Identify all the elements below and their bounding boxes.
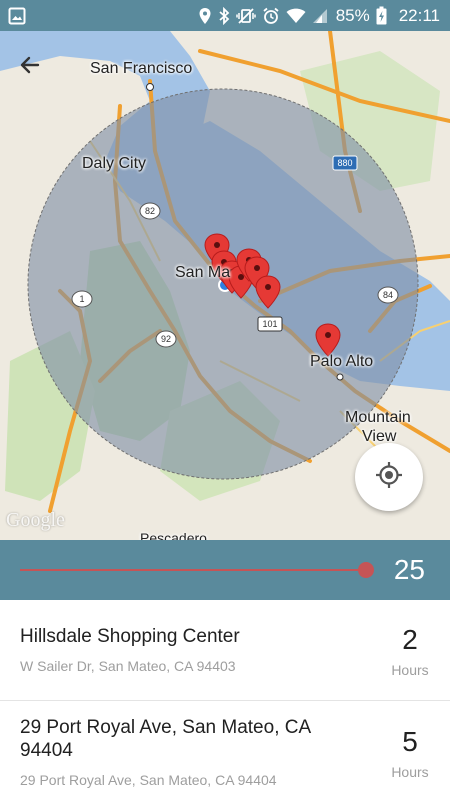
signal-icon — [312, 7, 328, 25]
list-item-unit: Hours — [391, 764, 429, 780]
my-location-button[interactable] — [355, 443, 423, 511]
svg-text:880: 880 — [337, 158, 352, 168]
bluetooth-icon — [218, 6, 230, 25]
arrow-back-icon — [18, 53, 42, 82]
highway-shield-82: 82 — [139, 202, 161, 220]
highway-shield-84: 84 — [377, 286, 399, 304]
highway-shield-92: 92 — [155, 330, 177, 348]
list-item[interactable]: 29 Port Royal Ave, San Mateo, CA 94404 2… — [0, 701, 450, 800]
battery-charging-icon — [376, 6, 387, 25]
location-list: Hillsdale Shopping Center W Sailer Dr, S… — [0, 600, 450, 800]
status-bar: 85% 22:11 — [0, 0, 450, 31]
highway-shield-101: 101 — [257, 316, 283, 332]
alarm-icon — [262, 7, 280, 25]
map-label-san-francisco: San Francisco — [90, 60, 193, 77]
list-item-count: 2 — [402, 624, 418, 655]
list-item-address: W Sailer Dr, San Mateo, CA 94403 — [20, 658, 236, 674]
wifi-icon — [286, 7, 306, 25]
map-label-palo-alto: Palo Alto — [310, 353, 374, 370]
battery-percent: 85% — [335, 5, 370, 25]
list-item-count: 5 — [402, 726, 418, 757]
location-icon — [198, 7, 212, 25]
map-label-daly-city: Daly City — [82, 155, 147, 172]
svg-text:92: 92 — [161, 334, 171, 344]
svg-text:84: 84 — [383, 290, 393, 300]
map-label-mountain-view-line1: Mountain — [345, 409, 411, 426]
radius-slider-bar: 25 — [0, 540, 450, 600]
highway-shield-1: 1 — [71, 290, 93, 308]
slider-track[interactable] — [20, 569, 366, 571]
list-item-address: 29 Port Royal Ave, San Mateo, CA 94404 — [20, 772, 277, 788]
back-button[interactable] — [14, 51, 46, 83]
svg-text:82: 82 — [145, 206, 155, 216]
highway-shield-880: 880 — [332, 155, 358, 171]
map-label-san-mateo: San Ma — [175, 264, 231, 281]
list-item-title: 29 Port Royal Ave, San Mateo, CA 94404 — [20, 717, 311, 761]
vibrate-icon — [235, 7, 256, 25]
map-view[interactable]: 880 82 1 84 92 101 San Francisco Daly Ci… — [0, 31, 450, 540]
list-item-unit: Hours — [391, 662, 429, 678]
list-item[interactable]: Hillsdale Shopping Center W Sailer Dr, S… — [0, 600, 450, 701]
slider-value: 25 — [393, 554, 425, 585]
slider-thumb[interactable] — [358, 562, 374, 578]
svg-text:101: 101 — [262, 319, 277, 329]
my-location-icon — [374, 460, 404, 495]
google-attribution-logo: Google — [6, 509, 65, 531]
image-icon — [8, 7, 26, 25]
svg-text:1: 1 — [79, 294, 84, 304]
map-label-pescadero: Pescadero — [140, 530, 207, 540]
list-item-title: Hillsdale Shopping Center — [20, 626, 240, 647]
status-time: 22:11 — [398, 5, 440, 25]
